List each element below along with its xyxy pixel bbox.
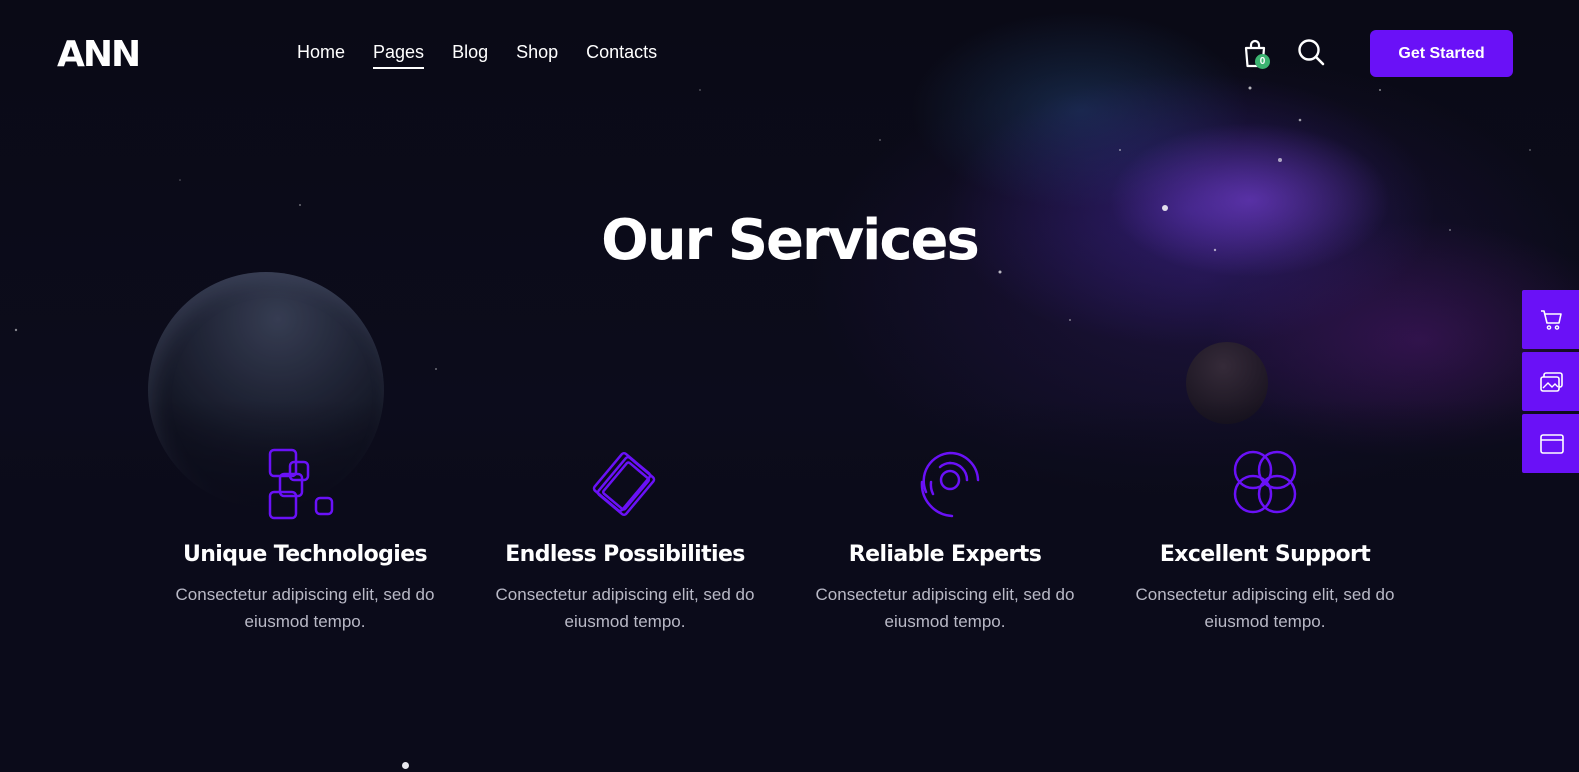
circles-icon [1233,450,1297,514]
service-card: Endless Possibilities Consectetur adipis… [465,440,785,635]
cart-icon [1541,310,1562,330]
service-description: Consectetur adipiscing elit, sed do eius… [175,585,435,631]
service-description: Consectetur adipiscing elit, sed do eius… [1135,585,1395,631]
nav-item-blog[interactable]: Blog [452,42,488,69]
site-header: ANN Home Pages Blog Shop Contacts 0 Get … [0,0,1579,106]
logo[interactable]: ANN [57,34,141,75]
side-panel [1522,290,1579,476]
squares-icon [268,448,334,520]
search-icon[interactable] [1296,37,1326,67]
nav-item-home[interactable]: Home [297,42,345,69]
main-nav: Home Pages Blog Shop Contacts [297,42,657,69]
image-icon [1540,372,1563,392]
side-gallery-button[interactable] [1522,352,1579,411]
nav-item-pages[interactable]: Pages [373,42,425,69]
service-title: Excellent Support [1159,542,1371,567]
service-card: Unique Technologies Consectetur adipisci… [145,440,465,635]
get-started-button[interactable]: Get Started [1370,30,1513,77]
service-description: Consectetur adipiscing elit, sed do eius… [495,585,755,631]
nav-item-shop[interactable]: Shop [516,42,558,69]
service-card: Reliable Experts Consectetur adipiscing … [785,440,1105,635]
scroll-indicator [402,762,409,769]
service-description: Consectetur adipiscing elit, sed do eius… [815,585,1075,631]
layers-icon [592,452,656,516]
window-icon [1540,434,1564,454]
service-title: Unique Technologies [182,542,428,567]
service-title: Endless Possibilities [505,542,745,567]
side-window-button[interactable] [1522,414,1579,473]
side-cart-button[interactable] [1522,290,1579,349]
page-title: Our Services [601,208,980,273]
service-card: Excellent Support Consectetur adipiscing… [1105,440,1425,635]
service-title: Reliable Experts [848,542,1042,567]
cart-count-badge: 0 [1255,54,1270,69]
spiral-icon [920,451,980,518]
nav-item-contacts[interactable]: Contacts [586,42,657,69]
